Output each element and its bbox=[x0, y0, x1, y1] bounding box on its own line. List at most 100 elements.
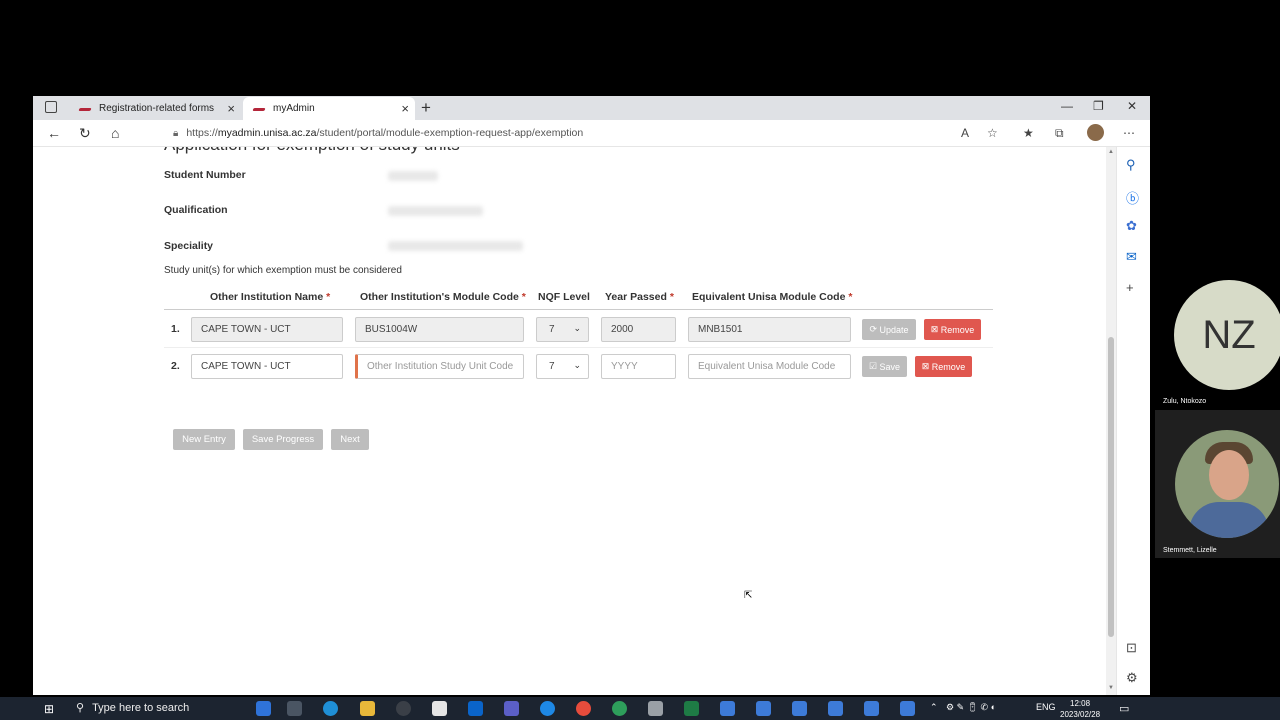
window-icon[interactable] bbox=[828, 701, 843, 716]
store-icon[interactable] bbox=[432, 701, 447, 716]
teams-icon[interactable] bbox=[504, 701, 519, 716]
speciality-label: Speciality bbox=[164, 240, 214, 252]
window-icon[interactable] bbox=[756, 701, 771, 716]
url-host: myadmin.unisa.ac.za bbox=[217, 127, 317, 139]
windows-start-icon[interactable]: ⊞ bbox=[44, 702, 54, 716]
ie-icon[interactable] bbox=[540, 701, 555, 716]
outlook-icon[interactable] bbox=[468, 701, 483, 716]
row-number: 1. bbox=[171, 323, 180, 335]
qualification-label: Qualification bbox=[164, 204, 228, 216]
year-passed-field[interactable]: YYYY bbox=[601, 354, 676, 379]
home-icon[interactable]: ⌂ bbox=[111, 125, 119, 141]
app-icon[interactable] bbox=[256, 701, 271, 716]
task-view-icon[interactable] bbox=[287, 701, 302, 716]
table-header-divider bbox=[164, 309, 993, 310]
header-module-code: Other Institution's Module Code * bbox=[360, 291, 526, 303]
window-icon[interactable] bbox=[720, 701, 735, 716]
profile-avatar[interactable] bbox=[1087, 124, 1104, 141]
window-icon[interactable] bbox=[792, 701, 807, 716]
chevron-down-icon: ⌄ bbox=[573, 360, 581, 370]
nqf-level-select[interactable]: 7 ⌄ bbox=[536, 354, 589, 379]
restore-icon[interactable]: ❐ bbox=[1093, 99, 1104, 113]
notifications-icon[interactable]: ▭ bbox=[1119, 702, 1129, 715]
institution-name-field[interactable]: CAPE TOWN - UCT bbox=[191, 354, 343, 379]
address-bar: ← ↻ ⌂ 🔒︎ https://myadmin.unisa.ac.za/stud… bbox=[33, 120, 1150, 147]
app-icon[interactable] bbox=[612, 701, 627, 716]
windows-taskbar: ⊞ ⚲ Type here to search ⌃ ⚙ ✎ 🔋︎ ✆ ◐ ENG … bbox=[0, 697, 1280, 720]
read-aloud-icon[interactable]: A bbox=[961, 126, 969, 140]
clock[interactable]: 12:08 2023/02/28 bbox=[1060, 698, 1100, 720]
favorites-icon[interactable]: ★ bbox=[1023, 126, 1034, 140]
back-icon[interactable]: ← bbox=[47, 125, 61, 141]
edge-icon[interactable] bbox=[323, 701, 338, 716]
page-title: Application for exemption of study units bbox=[164, 147, 460, 155]
window-icon[interactable] bbox=[900, 701, 915, 716]
participant-name: Stemmett, Lizelle bbox=[1163, 547, 1217, 554]
speciality-value-redacted bbox=[388, 241, 523, 251]
new-tab-icon[interactable]: + bbox=[421, 98, 431, 118]
collections-icon[interactable]: ⧉ bbox=[1055, 126, 1064, 141]
window-icon[interactable] bbox=[864, 701, 879, 716]
tray-icons[interactable]: ⚙ ✎ 🔋︎ ✆ ◐ bbox=[946, 702, 996, 713]
year-passed-field[interactable]: 2000 bbox=[601, 317, 676, 342]
unisa-favicon-icon bbox=[253, 106, 265, 112]
window-close-icon[interactable]: ✕ bbox=[1127, 99, 1137, 113]
bing-icon[interactable]: ⓑ bbox=[1126, 188, 1139, 207]
office-icon[interactable]: ✿ bbox=[1126, 218, 1137, 234]
tab-myadmin[interactable]: myAdmin × bbox=[243, 97, 415, 120]
close-icon[interactable]: × bbox=[401, 101, 409, 116]
module-code-field[interactable]: BUS1004W bbox=[355, 317, 524, 342]
file-explorer-icon[interactable] bbox=[360, 701, 375, 716]
close-icon[interactable]: × bbox=[227, 101, 235, 116]
close-box-icon: ⊠ bbox=[930, 324, 939, 334]
url-field[interactable]: 🔒︎ https://myadmin.unisa.ac.za/student/po… bbox=[173, 127, 583, 139]
app-icon[interactable] bbox=[648, 701, 663, 716]
new-entry-button[interactable]: New Entry bbox=[173, 429, 235, 450]
qualification-value-redacted bbox=[388, 206, 483, 216]
mouse-cursor-icon: ⇱ bbox=[744, 590, 753, 601]
add-icon[interactable]: + bbox=[1126, 280, 1134, 295]
unisa-favicon-icon bbox=[79, 106, 91, 112]
chevron-down-icon: ⌄ bbox=[573, 323, 581, 333]
dell-icon[interactable] bbox=[396, 701, 411, 716]
lock-icon: 🔒︎ bbox=[173, 128, 179, 139]
institution-name-field[interactable]: CAPE TOWN - UCT bbox=[191, 317, 343, 342]
nqf-level-select[interactable]: 7 ⌄ bbox=[536, 317, 589, 342]
minimize-icon[interactable]: — bbox=[1061, 99, 1073, 113]
save-progress-button[interactable]: Save Progress bbox=[243, 429, 323, 450]
tab-registration-forms[interactable]: Registration-related forms × bbox=[69, 97, 241, 120]
language-indicator[interactable]: ENG bbox=[1036, 702, 1056, 712]
close-box-icon: ⊠ bbox=[921, 361, 930, 371]
url-prefix: https:// bbox=[186, 127, 218, 139]
page-content: Application for exemption of study units… bbox=[33, 147, 1106, 695]
taskbar-search[interactable]: ⚲ Type here to search bbox=[76, 701, 189, 714]
participant-video bbox=[1175, 430, 1279, 538]
tray-chevron-icon[interactable]: ⌃ bbox=[930, 702, 938, 713]
module-code-field[interactable]: Other Institution Study Unit Code bbox=[355, 354, 524, 379]
participant-initials-avatar: NZ bbox=[1174, 280, 1280, 390]
header-institution-name: Other Institution Name * bbox=[210, 291, 331, 303]
save-row-button[interactable]: ☑ Save bbox=[862, 356, 907, 377]
unisa-module-code-field[interactable]: MNB1501 bbox=[688, 317, 851, 342]
page-scrollbar[interactable]: ▲ ▼ bbox=[1106, 147, 1116, 695]
remove-button[interactable]: ⊠ Remove bbox=[924, 319, 981, 340]
sidebar-layout-icon[interactable]: ⊡ bbox=[1126, 640, 1137, 656]
workspaces-icon[interactable] bbox=[45, 101, 57, 113]
update-button[interactable]: ⟳ Update bbox=[862, 319, 916, 340]
header-unisa-module-code: Equivalent Unisa Module Code * bbox=[692, 291, 853, 303]
remove-button[interactable]: ⊠ Remove bbox=[915, 356, 972, 377]
excel-icon[interactable] bbox=[684, 701, 699, 716]
participant-name: Zulu, Ntokozo bbox=[1163, 398, 1207, 405]
browser-window: Registration-related forms × myAdmin × +… bbox=[33, 96, 1150, 695]
settings-gear-icon[interactable]: ⚙ bbox=[1126, 670, 1138, 686]
row-number: 2. bbox=[171, 360, 180, 372]
scrollbar-thumb[interactable] bbox=[1108, 337, 1114, 637]
favorite-add-icon[interactable]: ☆ bbox=[987, 126, 998, 140]
chrome-icon[interactable] bbox=[576, 701, 591, 716]
search-icon[interactable]: ⚲ bbox=[1126, 157, 1136, 173]
next-button[interactable]: Next bbox=[331, 429, 369, 450]
outlook-icon[interactable]: ✉ bbox=[1126, 249, 1137, 265]
refresh-icon[interactable]: ↻ bbox=[79, 125, 91, 142]
unisa-module-code-field[interactable]: Equivalent Unisa Module Code bbox=[688, 354, 851, 379]
more-menu-icon[interactable]: ⋯ bbox=[1123, 126, 1135, 140]
